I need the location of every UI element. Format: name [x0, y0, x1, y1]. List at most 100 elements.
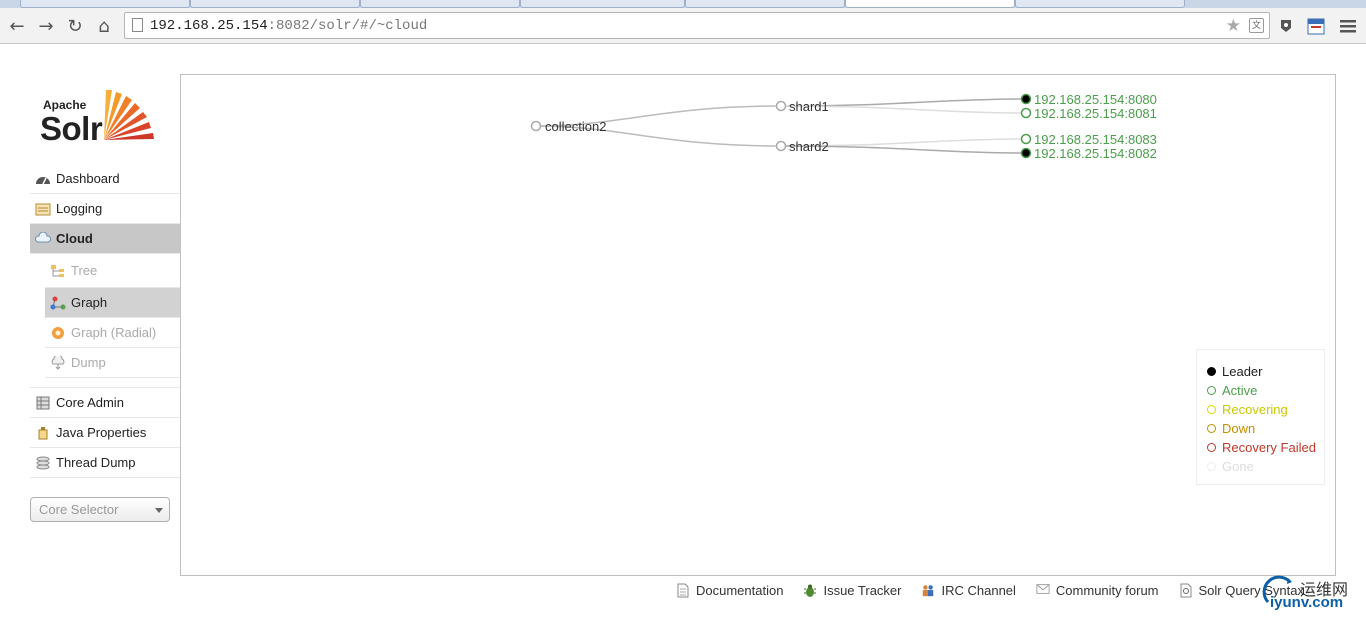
shard-node-circle [775, 140, 787, 152]
browser-tab[interactable] [685, 0, 845, 8]
footer-link-label: Documentation [696, 582, 784, 598]
home-icon[interactable]: ⌂ [92, 14, 116, 38]
footer-link-label: Issue Tracker [823, 582, 902, 598]
active-dot-icon [1207, 386, 1216, 395]
shard-node[interactable]: shard1 [775, 99, 829, 114]
people-icon [921, 583, 935, 598]
legend-label: Leader [1222, 364, 1263, 379]
replica-node-circle [1020, 147, 1032, 159]
url-text[interactable]: 192.168.25.154:8082/solr/#/~cloud [150, 18, 427, 34]
sidebar-menu: Dashboard Logging Cloud Tree Graph Graph… [30, 164, 180, 478]
legend-label: Gone [1222, 459, 1254, 474]
replica-node-circle [1020, 93, 1032, 105]
sidebar-item-dump[interactable]: Dump [45, 348, 180, 378]
calendar-extension-icon[interactable] [1306, 16, 1326, 36]
sidebar-item-graph-radial[interactable]: Graph (Radial) [45, 318, 180, 348]
legend-item-active: Active [1207, 381, 1324, 400]
graph-radial-icon [50, 326, 66, 340]
replica-node-active[interactable]: 192.168.25.154:8081 [1020, 106, 1157, 121]
solr-sunburst-icon [104, 90, 154, 140]
back-arrow-icon[interactable]: ← [5, 14, 29, 38]
core-admin-icon [35, 396, 51, 410]
solr-logo[interactable]: Apache Solr [40, 82, 164, 147]
sidebar-item-core-admin[interactable]: Core Admin [30, 388, 180, 418]
browser-toolbar: ← → ↻ ⌂ 192.168.25.154:8082/solr/#/~clou… [0, 8, 1366, 44]
shard-label: shard2 [789, 139, 829, 154]
core-selector-placeholder: Core Selector [39, 502, 119, 517]
replica-label: 192.168.25.154:8083 [1034, 132, 1157, 147]
browser-tab[interactable] [360, 0, 520, 8]
collection-node-circle [530, 120, 542, 132]
bug-icon [803, 583, 817, 598]
cloud-graph: collection2 shard1 shard2 192.168.25.154… [530, 92, 1157, 161]
sidebar-item-dashboard[interactable]: Dashboard [30, 164, 180, 194]
footer-link-documentation[interactable]: Documentation [676, 583, 783, 598]
replica-label: 192.168.25.154:8082 [1034, 146, 1157, 161]
recovery-failed-dot-icon [1207, 443, 1216, 452]
sidebar-item-graph[interactable]: Graph [45, 288, 180, 318]
sidebar-item-tree[interactable]: Tree [45, 254, 180, 288]
legend-item-recovering: Recovering [1207, 400, 1324, 419]
sidebar-item-label: Java Properties [56, 425, 147, 440]
dump-icon [50, 355, 66, 370]
sidebar-item-label: Graph (Radial) [71, 325, 157, 340]
translate-icon[interactable]: 文 [1249, 18, 1264, 33]
sidebar-item-thread-dump[interactable]: Thread Dump [30, 448, 180, 478]
recovering-dot-icon [1207, 405, 1216, 414]
footer-link-irc-channel[interactable]: IRC Channel [921, 583, 1016, 598]
footer-link-issue-tracker[interactable]: Issue Tracker [803, 583, 901, 598]
leader-dot-icon [1207, 367, 1216, 376]
browser-tab[interactable] [520, 0, 685, 8]
address-bar[interactable]: 192.168.25.154:8082/solr/#/~cloud ★ 文 [124, 12, 1270, 39]
shard-node[interactable]: shard2 [775, 139, 829, 154]
extension-icon[interactable] [1276, 16, 1296, 36]
sidebar-item-java-properties[interactable]: Java Properties [30, 418, 180, 448]
legend-item-leader: Leader [1207, 362, 1324, 381]
document-icon [676, 583, 690, 598]
sidebar-item-label: Dump [71, 355, 106, 370]
cloud-submenu: Tree Graph Graph (Radial) Dump [30, 254, 180, 378]
forward-arrow-icon[interactable]: → [34, 14, 58, 38]
sidebar-item-label: Tree [71, 263, 98, 278]
replica-node-circle [1020, 107, 1032, 119]
browser-tab-active[interactable] [845, 0, 1015, 8]
footer-link-label: Community forum [1055, 582, 1159, 598]
watermark-bottom-text: iyunv.com [1270, 594, 1344, 611]
legend-item-down: Down [1207, 419, 1324, 438]
sidebar-item-label: Dashboard [56, 171, 120, 186]
replica-label: 192.168.25.154:8080 [1034, 92, 1157, 107]
browser-tabstrip [0, 0, 1366, 8]
replica-node-circle [1020, 133, 1032, 145]
replica-node-leader[interactable]: 192.168.25.154:8080 [1020, 92, 1157, 107]
logging-icon [35, 202, 51, 216]
site-watermark: 运维网 iyunv.com [1260, 572, 1364, 616]
browser-tab[interactable] [190, 0, 360, 8]
mail-icon [1036, 583, 1050, 598]
bookmark-star-icon[interactable]: ★ [1226, 16, 1241, 36]
sidebar-item-label: Graph [71, 295, 108, 310]
sidebar-item-label: Thread Dump [56, 455, 136, 470]
dashboard-icon [35, 172, 51, 186]
tree-icon [50, 264, 66, 278]
footer-link-community-forum[interactable]: Community forum [1036, 583, 1159, 598]
graph-icon [50, 296, 66, 310]
thread-dump-icon [35, 456, 51, 470]
sidebar-item-label: Core Admin [56, 395, 124, 410]
menu-hamburger-icon[interactable] [1338, 16, 1358, 36]
legend-label: Active [1222, 383, 1258, 398]
chevron-down-icon [155, 508, 163, 513]
legend-item-gone: Gone [1207, 457, 1324, 476]
replica-node-leader[interactable]: 192.168.25.154:8082 [1020, 146, 1157, 161]
reload-icon[interactable]: ↻ [63, 14, 87, 38]
java-properties-icon [35, 426, 51, 440]
url-host: 192.168.25.154 [150, 18, 268, 34]
page-icon [132, 18, 143, 32]
browser-tab[interactable] [20, 0, 190, 8]
search-document-icon [1179, 583, 1193, 598]
replica-node-active[interactable]: 192.168.25.154:8083 [1020, 132, 1157, 147]
sidebar-item-logging[interactable]: Logging [30, 194, 180, 224]
browser-tab[interactable] [1015, 0, 1185, 8]
sidebar-item-cloud[interactable]: Cloud [30, 224, 180, 254]
core-selector-dropdown[interactable]: Core Selector [30, 497, 170, 522]
legend-label: Down [1222, 421, 1256, 436]
